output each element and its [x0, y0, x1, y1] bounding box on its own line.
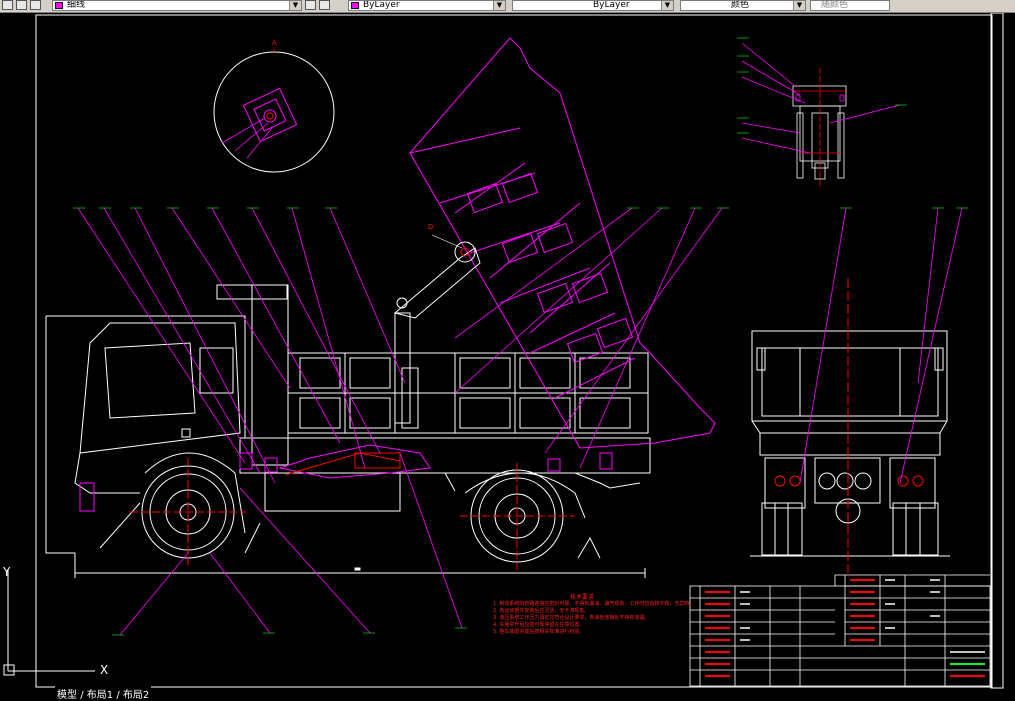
truck-rear-view — [750, 278, 950, 573]
properties-toolbar: 细线 ▼ ByLayer ▼ ByLayer ▼ 颜色 ▼ 随颜色 — [0, 0, 1015, 13]
make-layer-current-icon[interactable] — [305, 0, 316, 10]
lift-mechanism — [79, 241, 613, 512]
ucs-y-label: Y — [3, 565, 11, 579]
linetype-combo-value: ByLayer — [593, 0, 630, 10]
lineweight-combo-value: 颜色 — [731, 0, 750, 10]
section-label-d: D — [428, 223, 433, 231]
rear-view-leaders — [799, 207, 963, 484]
tech-requirements-title: 技术要求 — [570, 594, 595, 601]
main-view-leaders — [77, 207, 723, 636]
tech-requirement-item: 4. 车厢举升后应能可靠停留在任意位置。 — [493, 622, 585, 628]
drawing-frame — [35, 13, 1004, 689]
plotstyle-combo-value: 随颜色 — [821, 0, 849, 10]
tab-layout2[interactable]: 布局2 — [123, 690, 149, 701]
chevron-down-icon[interactable]: ▼ — [793, 1, 805, 10]
tech-requirement-item: 2. 各运动部件安装后应灵活，无卡滞现象。 — [493, 608, 590, 614]
ucs-icon — [3, 570, 95, 676]
sun-icon[interactable] — [16, 0, 27, 10]
chevron-down-icon[interactable]: ▼ — [661, 1, 673, 10]
color-combo-value: ByLayer — [363, 0, 400, 10]
ucs-x-label: X — [100, 663, 109, 677]
tech-requirements-list: 1. 制动系统的管路连接应密封可靠，不得有漏油、漏气现象，工作时应运转平稳，无异… — [493, 601, 695, 636]
detail-section-view — [792, 68, 847, 188]
section-view-leaders — [741, 42, 901, 154]
tab-layout1[interactable]: 布局1 — [87, 690, 113, 701]
tech-requirement-item: 5. 整车装配完成后按相关标准进行检验。 — [493, 629, 585, 635]
title-block — [689, 574, 991, 687]
layer-combo-value: 细线 — [67, 0, 86, 10]
chevron-down-icon[interactable]: ▼ — [289, 1, 301, 10]
color-combo[interactable]: ByLayer ▼ — [348, 0, 506, 11]
tab-model[interactable]: 模型 — [57, 690, 77, 701]
layer-combo[interactable]: 细线 ▼ — [52, 0, 302, 11]
lineweight-combo[interactable]: 颜色 ▼ — [680, 0, 806, 11]
main-view-balloons — [73, 207, 729, 636]
lock-icon[interactable] — [30, 0, 41, 10]
color-swatch — [351, 2, 359, 9]
tech-requirement-item: 3. 液压系统工作压力调定应符合设计要求，各油管连接处不得有渗漏。 — [493, 615, 650, 621]
raised-dump-body — [409, 37, 716, 449]
layer-state-icon[interactable] — [2, 0, 13, 10]
rear-wheel — [460, 463, 575, 571]
detail-view-a — [213, 51, 335, 173]
layer-color-swatch — [55, 2, 63, 9]
tech-requirement-item: 1. 制动系统的管路连接应密封可靠，不得有漏油、漏气现象，工作时应运转平稳，无异… — [493, 601, 695, 607]
layer-previous-icon[interactable] — [319, 0, 330, 10]
plotstyle-combo: 随颜色 — [810, 0, 890, 11]
drawing-canvas[interactable]: A D — [0, 13, 1015, 699]
linetype-combo[interactable]: ByLayer ▼ — [512, 0, 674, 11]
section-label-a: A — [272, 39, 277, 47]
front-wheel — [130, 458, 246, 566]
chevron-down-icon[interactable]: ▼ — [493, 1, 505, 10]
